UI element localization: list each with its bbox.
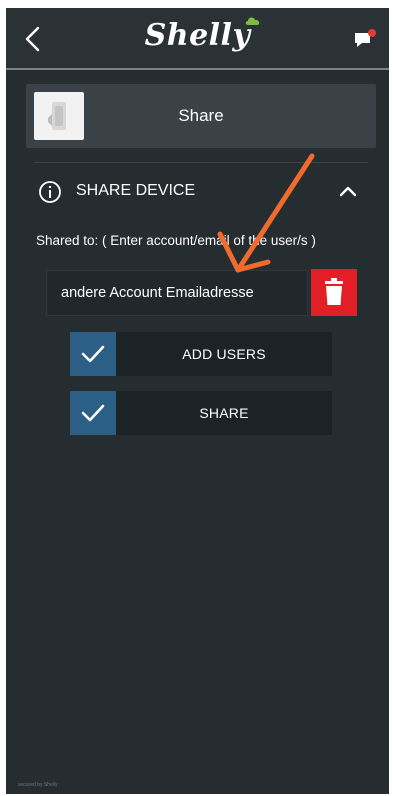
share-title: Share: [178, 106, 224, 125]
footer-note: secured by Shelly: [18, 782, 58, 788]
app-header: Shelly: [6, 8, 389, 70]
delete-button[interactable]: [311, 269, 357, 316]
shelly-logo: Shelly: [144, 18, 251, 53]
add-users-label: ADD USERS: [182, 346, 266, 362]
app-screen: Shelly Share SHARE DEVICE Shared to: (E…: [6, 8, 389, 794]
chat-notification-icon: [355, 29, 376, 47]
email-input[interactable]: [46, 270, 308, 316]
share-label: SHARE: [199, 405, 249, 421]
share-header-bar[interactable]: Share: [26, 84, 376, 148]
share-button[interactable]: SHARE: [70, 391, 332, 435]
add-users-button[interactable]: ADD USERS: [70, 332, 332, 376]
trash-icon: [325, 278, 343, 305]
logo-cloud-icon: [245, 17, 260, 25]
add-users-checkbox[interactable]: [70, 332, 116, 376]
share-checkbox[interactable]: [70, 391, 116, 435]
info-icon: [39, 181, 61, 203]
share-device-section-toggle[interactable]: SHARE DEVICE: [34, 178, 364, 208]
chevron-up-icon: [339, 186, 357, 197]
divider: [34, 162, 368, 163]
share-hint-text: Shared to: ( Enter account/email of the …: [36, 233, 316, 248]
chat-notification-button[interactable]: [353, 28, 377, 50]
section-title: SHARE DEVICE: [76, 182, 196, 199]
checkmark-icon: [81, 404, 105, 422]
checkmark-icon: [81, 345, 105, 363]
